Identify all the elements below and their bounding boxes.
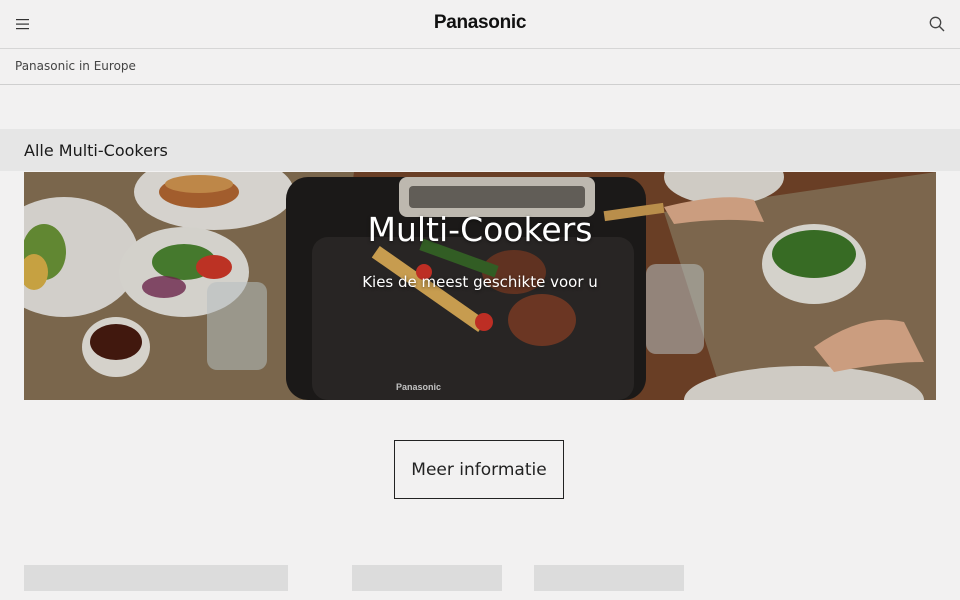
hero-title: Multi-Cookers	[367, 210, 593, 249]
site-header: Panasonic	[0, 0, 960, 49]
more-info-button[interactable]: Meer informatie	[394, 440, 564, 499]
category-title-bar: Alle Multi-Cookers	[0, 129, 960, 171]
search-icon[interactable]	[928, 15, 946, 33]
loading-placeholder	[534, 565, 684, 591]
breadcrumb: Panasonic in Europe	[0, 49, 960, 85]
loading-placeholder	[24, 565, 288, 591]
hero-banner[interactable]: Panasonic Multi-Cookers Kies de meest ge…	[24, 172, 936, 400]
category-title: Alle Multi-Cookers	[24, 141, 168, 160]
panasonic-logo[interactable]: Panasonic	[0, 12, 960, 34]
hero-subtitle: Kies de meest geschikte voor u	[362, 273, 598, 291]
breadcrumb-link-panasonic-europe[interactable]: Panasonic in Europe	[15, 59, 136, 73]
loading-placeholder	[352, 565, 502, 591]
